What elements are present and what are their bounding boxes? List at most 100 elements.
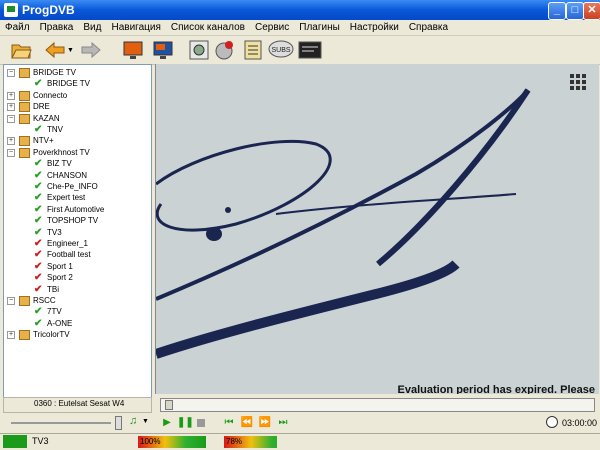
open-folder-icon[interactable] bbox=[10, 39, 32, 61]
tree-channel[interactable]: ✔ A-ONE bbox=[4, 318, 149, 329]
folder-icon bbox=[19, 147, 30, 158]
tree-group[interactable]: − RSCC bbox=[4, 295, 149, 306]
tree-channel[interactable]: ✔ CHANSON bbox=[4, 170, 149, 181]
tree-channel[interactable]: ✔ Sport 1 bbox=[4, 261, 149, 272]
audio-dropdown-icon[interactable]: ▼ bbox=[142, 418, 149, 425]
tree-group-label: RSCC bbox=[33, 296, 56, 305]
tree-group-label: KAZAN bbox=[33, 113, 60, 123]
tree-group[interactable]: − Poverkhnost TV bbox=[4, 147, 149, 158]
tree-channel[interactable]: ✔ Engineer_1 bbox=[4, 238, 149, 249]
expand-icon[interactable]: + bbox=[7, 331, 15, 340]
subtitles-icon[interactable]: SUBS bbox=[268, 39, 294, 61]
signal-quality-meter: 78% bbox=[224, 436, 292, 448]
tree-group[interactable]: + NTV+ bbox=[4, 135, 149, 147]
channel-error-icon: ✔ bbox=[34, 260, 43, 272]
tree-channel-label: TNV bbox=[47, 125, 63, 134]
menu-edit[interactable]: Правка bbox=[35, 20, 79, 35]
expand-icon[interactable]: + bbox=[7, 91, 15, 100]
tree-channel[interactable]: ✔ BIZ TV bbox=[4, 158, 149, 169]
pause-button[interactable]: ❚❚ bbox=[177, 417, 194, 429]
channel-ok-icon: ✔ bbox=[34, 203, 43, 215]
toolbar: ▼ SUBS bbox=[0, 36, 600, 65]
tree-channel[interactable]: ✔ Che-Pe_INFO bbox=[4, 181, 149, 192]
collapse-icon[interactable]: − bbox=[7, 69, 15, 77]
tree-channel[interactable]: ✔ Expert test bbox=[4, 192, 149, 203]
tree-channel[interactable]: ✔ TNV bbox=[4, 124, 149, 135]
signal-level-label: 100% bbox=[140, 437, 161, 446]
volume-slider-thumb[interactable] bbox=[115, 416, 122, 430]
video-display[interactable]: Evaluation period has expired. Please bbox=[155, 64, 599, 394]
music-note-icon[interactable]: ♫ bbox=[129, 415, 137, 427]
tree-group-label: TricolorTV bbox=[33, 330, 70, 340]
volume-area: ♫ ▼ bbox=[3, 414, 150, 432]
stop-button[interactable] bbox=[194, 417, 208, 429]
menu-help[interactable]: Справка bbox=[404, 20, 453, 35]
tree-group[interactable]: − BRIDGE TV bbox=[4, 67, 149, 78]
back-arrow-icon[interactable] bbox=[44, 39, 66, 61]
tree-channel[interactable]: ✔ Sport 2 bbox=[4, 272, 149, 283]
close-button[interactable]: ✕ bbox=[583, 2, 600, 20]
skip-start-button[interactable]: ⏮ bbox=[222, 417, 236, 429]
tree-group-label: Poverkhnost TV bbox=[33, 147, 90, 157]
forward-arrow-icon[interactable] bbox=[80, 39, 102, 61]
menu-view[interactable]: Вид bbox=[78, 20, 106, 35]
clock-icon bbox=[546, 416, 558, 428]
satellite-selector[interactable]: 0360 : Eutelsat Sesat W4 bbox=[3, 397, 152, 413]
folder-icon bbox=[19, 296, 30, 306]
tree-channel[interactable]: ✔ TOPSHOP TV bbox=[4, 215, 149, 226]
window-title: ProgDVB bbox=[22, 3, 75, 17]
settings-icon[interactable] bbox=[188, 39, 210, 61]
channel-error-icon: ✔ bbox=[34, 283, 43, 295]
menu-channel-list[interactable]: Список каналов bbox=[166, 20, 250, 35]
teletext-icon[interactable] bbox=[298, 39, 322, 61]
skip-end-button[interactable]: ⏭ bbox=[276, 417, 290, 429]
play-button[interactable]: ▶ bbox=[160, 417, 174, 429]
minimize-button[interactable]: _ bbox=[548, 2, 566, 20]
tree-group-label: BRIDGE TV bbox=[33, 68, 76, 77]
status-channel-name: TV3 bbox=[32, 436, 49, 446]
collapse-icon[interactable]: − bbox=[7, 148, 15, 157]
tree-group[interactable]: + TricolorTV bbox=[4, 329, 149, 341]
tree-channel[interactable]: ✔ First Automotive bbox=[4, 204, 149, 215]
epg-icon[interactable] bbox=[242, 39, 264, 61]
tree-channel[interactable]: ✔ Football test bbox=[4, 249, 149, 260]
tree-channel[interactable]: ✔ TBi bbox=[4, 284, 149, 295]
seek-thumb[interactable] bbox=[165, 400, 173, 410]
back-dropdown-icon[interactable]: ▼ bbox=[67, 47, 74, 54]
channel-ok-icon: ✔ bbox=[34, 317, 43, 329]
fast-forward-button[interactable]: ⏩ bbox=[258, 417, 272, 429]
volume-track[interactable] bbox=[11, 422, 111, 424]
tree-group[interactable]: + Connecto bbox=[4, 90, 149, 101]
channel-tree[interactable]: − BRIDGE TV ✔ BRIDGE TV + Connecto + DRE − KAZAN ✔… bbox=[3, 64, 152, 399]
tree-channel[interactable]: ✔ TV3 bbox=[4, 226, 149, 238]
menu-service[interactable]: Сервис bbox=[250, 20, 294, 35]
menu-plugins[interactable]: Плагины bbox=[294, 20, 345, 35]
rewind-button[interactable]: ⏪ bbox=[240, 417, 254, 429]
tv-fullscreen-icon[interactable] bbox=[152, 39, 174, 61]
menu-settings[interactable]: Настройки bbox=[345, 20, 404, 35]
tree-group-label: NTV+ bbox=[33, 136, 54, 146]
maximize-button[interactable]: □ bbox=[566, 2, 584, 20]
tree-channel-label: First Automotive bbox=[47, 204, 105, 214]
channel-ok-icon: ✔ bbox=[34, 169, 43, 181]
tree-channel[interactable]: ✔ BRIDGE TV bbox=[4, 78, 149, 89]
tree-group[interactable]: − KAZAN bbox=[4, 113, 149, 124]
expand-icon[interactable]: + bbox=[7, 137, 15, 146]
menu-file[interactable]: Файл bbox=[0, 20, 35, 35]
tree-channel-label: Football test bbox=[47, 250, 91, 260]
collapse-icon[interactable]: − bbox=[7, 297, 15, 305]
channel-ok-icon: ✔ bbox=[34, 306, 43, 318]
record-icon[interactable] bbox=[214, 39, 236, 61]
tree-group[interactable]: + DRE bbox=[4, 101, 149, 113]
video-frame-image bbox=[156, 64, 599, 394]
folder-icon bbox=[19, 330, 30, 341]
expand-icon[interactable]: + bbox=[7, 103, 15, 112]
folder-icon bbox=[19, 113, 30, 124]
tree-channel-label: Sport 1 bbox=[47, 261, 73, 271]
seek-bar[interactable] bbox=[160, 398, 595, 412]
collapse-icon[interactable]: − bbox=[7, 114, 15, 123]
playback-time: 03:00:00 bbox=[562, 418, 598, 428]
tv-window-icon[interactable] bbox=[122, 39, 144, 61]
menu-navigation[interactable]: Навигация bbox=[106, 20, 165, 35]
tree-channel[interactable]: ✔ 7TV bbox=[4, 306, 149, 317]
